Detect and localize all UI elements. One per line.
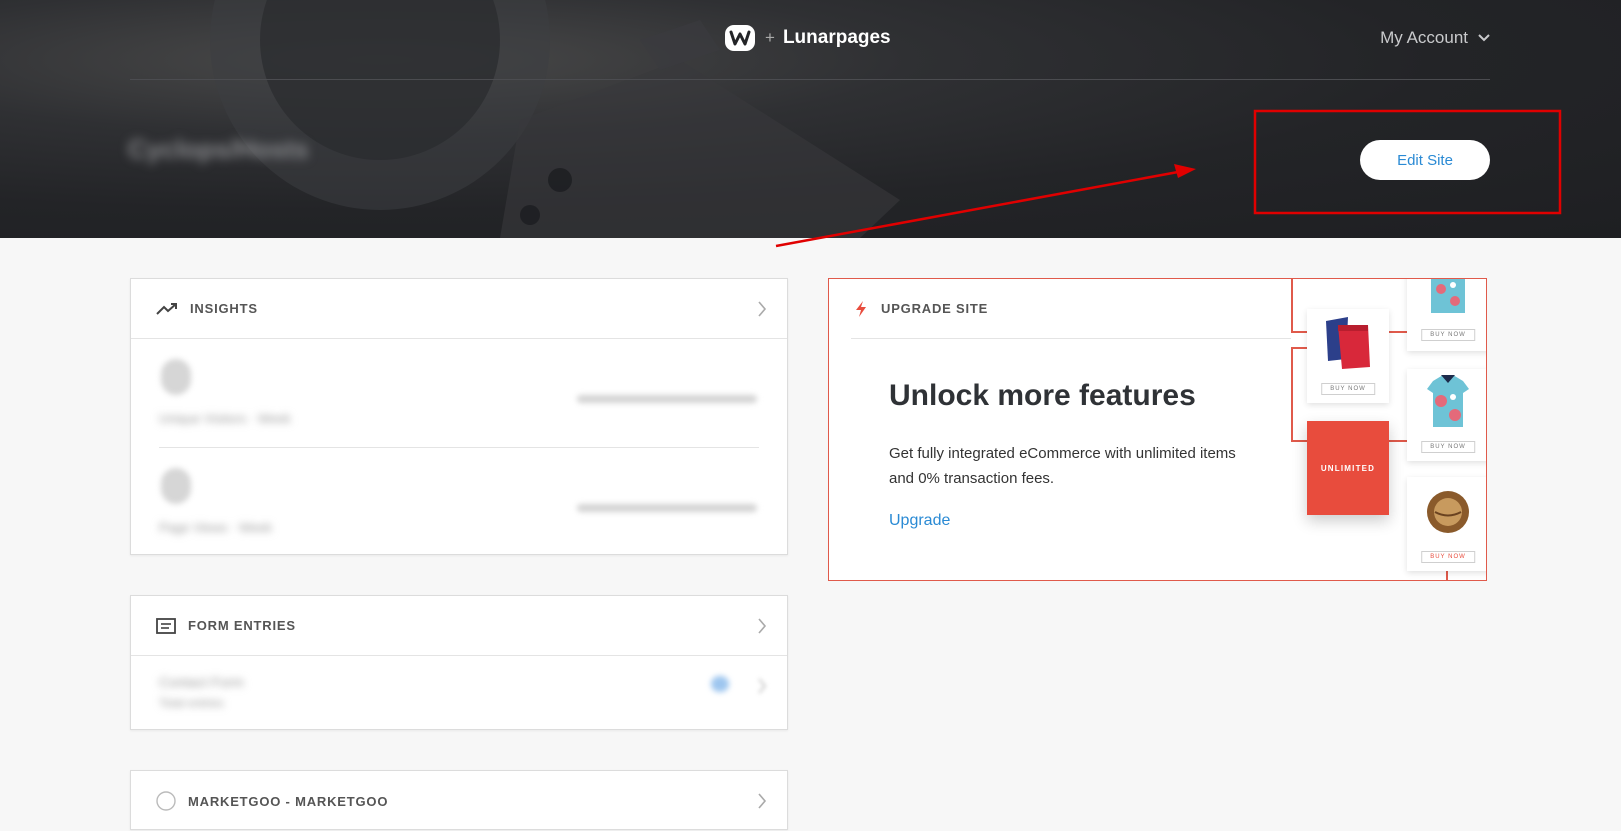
product-card-pants: BUY NOW (1307, 309, 1389, 403)
buy-now-badge: BUY NOW (1421, 551, 1475, 563)
unlimited-badge: UNLIMITED (1307, 421, 1389, 515)
form-name: Contact Form (159, 674, 244, 690)
chevron-right-icon (758, 678, 767, 694)
upgrade-link[interactable]: Upgrade (889, 512, 950, 530)
insights-title: INSIGHTS (190, 301, 258, 316)
form-entry-count-label: Total entries (159, 696, 224, 710)
marketgoo-card: MARKETGOO - MARKETGOO (130, 770, 788, 830)
hat-image (1427, 491, 1469, 533)
ecommerce-promo-illustration: BUY NOW BUY NOW BUY NOW UNLIMITED BUY NO… (1291, 279, 1486, 580)
edit-site-button[interactable]: Edit Site (1360, 140, 1490, 180)
weebly-logo-icon (725, 25, 755, 51)
pants-image (1326, 317, 1370, 369)
insights-card-header[interactable]: INSIGHTS (131, 279, 787, 339)
my-account-label: My Account (1380, 28, 1468, 47)
insight-sparkline (577, 395, 757, 403)
marketgoo-card-header[interactable]: MARKETGOO - MARKETGOO (131, 771, 787, 831)
insight-label: Unique Visitors · Week (159, 411, 291, 426)
entry-count-badge (711, 676, 729, 692)
lightning-icon (856, 300, 866, 317)
insight-value (161, 359, 191, 395)
form-entries-card-header[interactable]: FORM ENTRIES (131, 596, 787, 656)
product-card-hat: BUY NOW (1407, 477, 1486, 571)
brand-plus: + (765, 28, 775, 47)
form-entries-title: FORM ENTRIES (188, 618, 296, 633)
buy-now-badge: BUY NOW (1321, 383, 1375, 395)
upgrade-title: UPGRADE SITE (881, 301, 989, 316)
form-entries-card: FORM ENTRIES Contact Form Total entries (130, 595, 788, 730)
chevron-right-icon (758, 301, 767, 317)
insight-sparkline (577, 504, 757, 512)
buy-now-badge: BUY NOW (1421, 329, 1475, 341)
insight-row[interactable]: Page Views · Week (159, 447, 759, 555)
promo-outline (1291, 347, 1293, 441)
upgrade-site-card: UPGRADE SITE Unlock more features Get fu… (828, 278, 1487, 581)
insight-row[interactable]: Unique Visitors · Week (159, 339, 759, 447)
site-hero-header: + Lunarpages My Account Cyclops/Hosts Ed… (0, 0, 1621, 238)
insight-label: Page Views · Week (159, 520, 272, 535)
chevron-right-icon (758, 793, 767, 809)
upgrade-heading: Unlock more features (889, 379, 1196, 412)
chevron-right-icon (758, 618, 767, 634)
form-icon (156, 617, 176, 634)
promo-outline (1291, 279, 1293, 331)
shirt-image (1431, 279, 1465, 313)
insights-card: INSIGHTS Unique Visitors · Week Page Vie… (130, 278, 788, 555)
site-title: Cyclops/Hosts (128, 134, 309, 164)
marketgoo-title: MARKETGOO - MARKETGOO (188, 793, 389, 809)
product-card-shirt: BUY NOW (1407, 279, 1486, 351)
circle-icon (156, 791, 176, 811)
shirt-image (1427, 375, 1469, 427)
top-navigation-bar: + Lunarpages My Account (130, 0, 1490, 80)
my-account-menu[interactable]: My Account (1380, 28, 1490, 48)
form-entry-row[interactable]: Contact Form Total entries (131, 656, 787, 726)
insight-value (161, 468, 191, 504)
product-card-shirt: BUY NOW (1407, 369, 1486, 461)
brand: + Lunarpages (725, 24, 891, 52)
trending-up-icon (156, 302, 177, 315)
buy-now-badge: BUY NOW (1421, 441, 1475, 453)
brand-name: Lunarpages (782, 27, 891, 48)
upgrade-card-header: UPGRADE SITE (851, 279, 1291, 339)
chevron-down-icon (1478, 34, 1490, 42)
upgrade-description: Get fully integrated eCommerce with unli… (889, 445, 1236, 487)
